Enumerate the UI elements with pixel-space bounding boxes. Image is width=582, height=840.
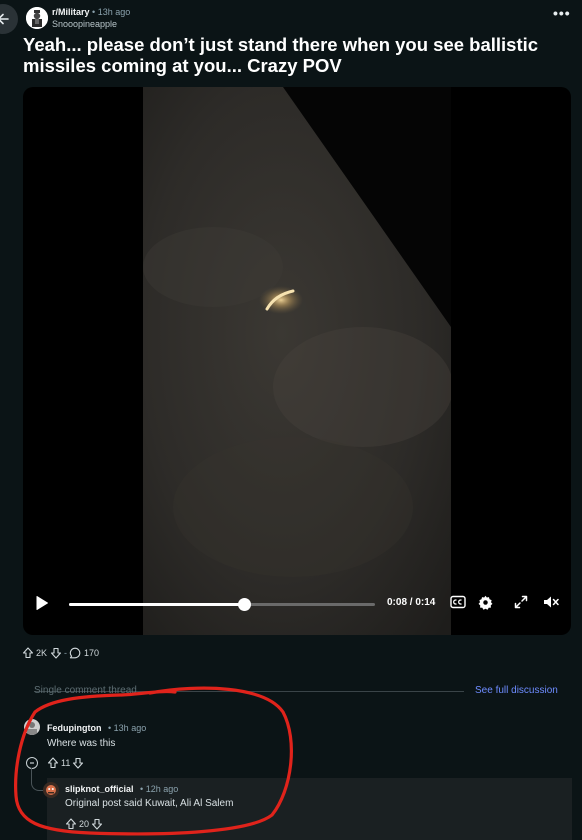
- back-button[interactable]: [0, 4, 18, 34]
- downvote-icon: [91, 818, 103, 830]
- thread-label: Single comment thread: [34, 685, 137, 696]
- speaker-muted-icon: [544, 596, 559, 608]
- avatar[interactable]: [43, 782, 59, 798]
- upvote-icon: [65, 818, 77, 830]
- meta-dot: •: [92, 7, 96, 17]
- comment-bubble-icon: [69, 647, 81, 659]
- comment-body: Original post said Kuwait, Ali Al Salem: [65, 798, 234, 809]
- downvote-button[interactable]: [50, 647, 62, 659]
- gear-icon: [478, 595, 493, 610]
- subreddit-link[interactable]: r/Military: [52, 7, 90, 17]
- upvote-button[interactable]: [47, 757, 59, 769]
- seek-bar[interactable]: [69, 598, 375, 611]
- comment-author: Fedupington • 13h ago: [47, 723, 146, 733]
- arrow-left-icon: [0, 13, 9, 25]
- video-frame: [143, 87, 451, 635]
- vote-count: 11: [61, 758, 71, 768]
- play-button[interactable]: [35, 595, 49, 616]
- downvote-button[interactable]: [72, 757, 84, 769]
- more-options-button[interactable]: •••: [553, 5, 571, 21]
- actions-separator: -: [64, 648, 68, 658]
- upvote-button[interactable]: [22, 647, 34, 659]
- vote-count: 20: [79, 819, 90, 829]
- comment-username[interactable]: Fedupington: [47, 723, 101, 733]
- avatar[interactable]: [24, 719, 40, 735]
- post-meta: r/Military • 13h ago: [52, 7, 130, 17]
- comment-count: 170: [84, 648, 100, 658]
- subreddit-avatar[interactable]: [26, 7, 48, 29]
- captions-icon: [450, 595, 466, 609]
- post-title: Yeah... please don’t just stand there wh…: [23, 34, 539, 76]
- downvote-button[interactable]: [91, 818, 103, 830]
- comment-votes: 20: [65, 818, 103, 830]
- mute-button[interactable]: [543, 595, 559, 614]
- upvote-icon: [47, 757, 59, 769]
- post-actions: 2K - 170: [22, 647, 99, 659]
- seek-progress: [69, 603, 244, 606]
- comment-body: Where was this: [47, 738, 116, 749]
- vote-count: 2K: [36, 648, 48, 658]
- comment-time: 13h ago: [113, 723, 147, 733]
- comment-time: 12h ago: [145, 784, 179, 794]
- meta-dot: •: [108, 723, 112, 733]
- video-player[interactable]: 0:08 / 0:14: [23, 87, 571, 635]
- comment-author: slipknot_official • 12h ago: [65, 784, 178, 794]
- upvote-icon: [22, 647, 34, 659]
- downvote-icon: [73, 757, 84, 769]
- post-time: 13h ago: [97, 7, 131, 17]
- comments-button[interactable]: [69, 647, 81, 659]
- minus-icon: [30, 762, 34, 764]
- captions-button[interactable]: [450, 595, 466, 614]
- play-icon: [36, 596, 48, 610]
- settings-button[interactable]: [478, 595, 493, 615]
- expand-icon: [514, 595, 528, 609]
- time-display: 0:08 / 0:14: [387, 597, 436, 608]
- video-controls: 0:08 / 0:14: [23, 575, 571, 635]
- post-author[interactable]: Snooopineapple: [52, 19, 117, 29]
- comment-username[interactable]: slipknot_official: [65, 784, 134, 794]
- comment-votes: 11: [47, 757, 84, 769]
- seek-handle[interactable]: [237, 598, 251, 611]
- fullscreen-button[interactable]: [514, 595, 528, 614]
- meta-dot: •: [140, 784, 144, 794]
- see-full-discussion-link[interactable]: See full discussion: [475, 685, 558, 696]
- downvote-icon: [50, 647, 62, 659]
- upvote-button[interactable]: [65, 818, 77, 830]
